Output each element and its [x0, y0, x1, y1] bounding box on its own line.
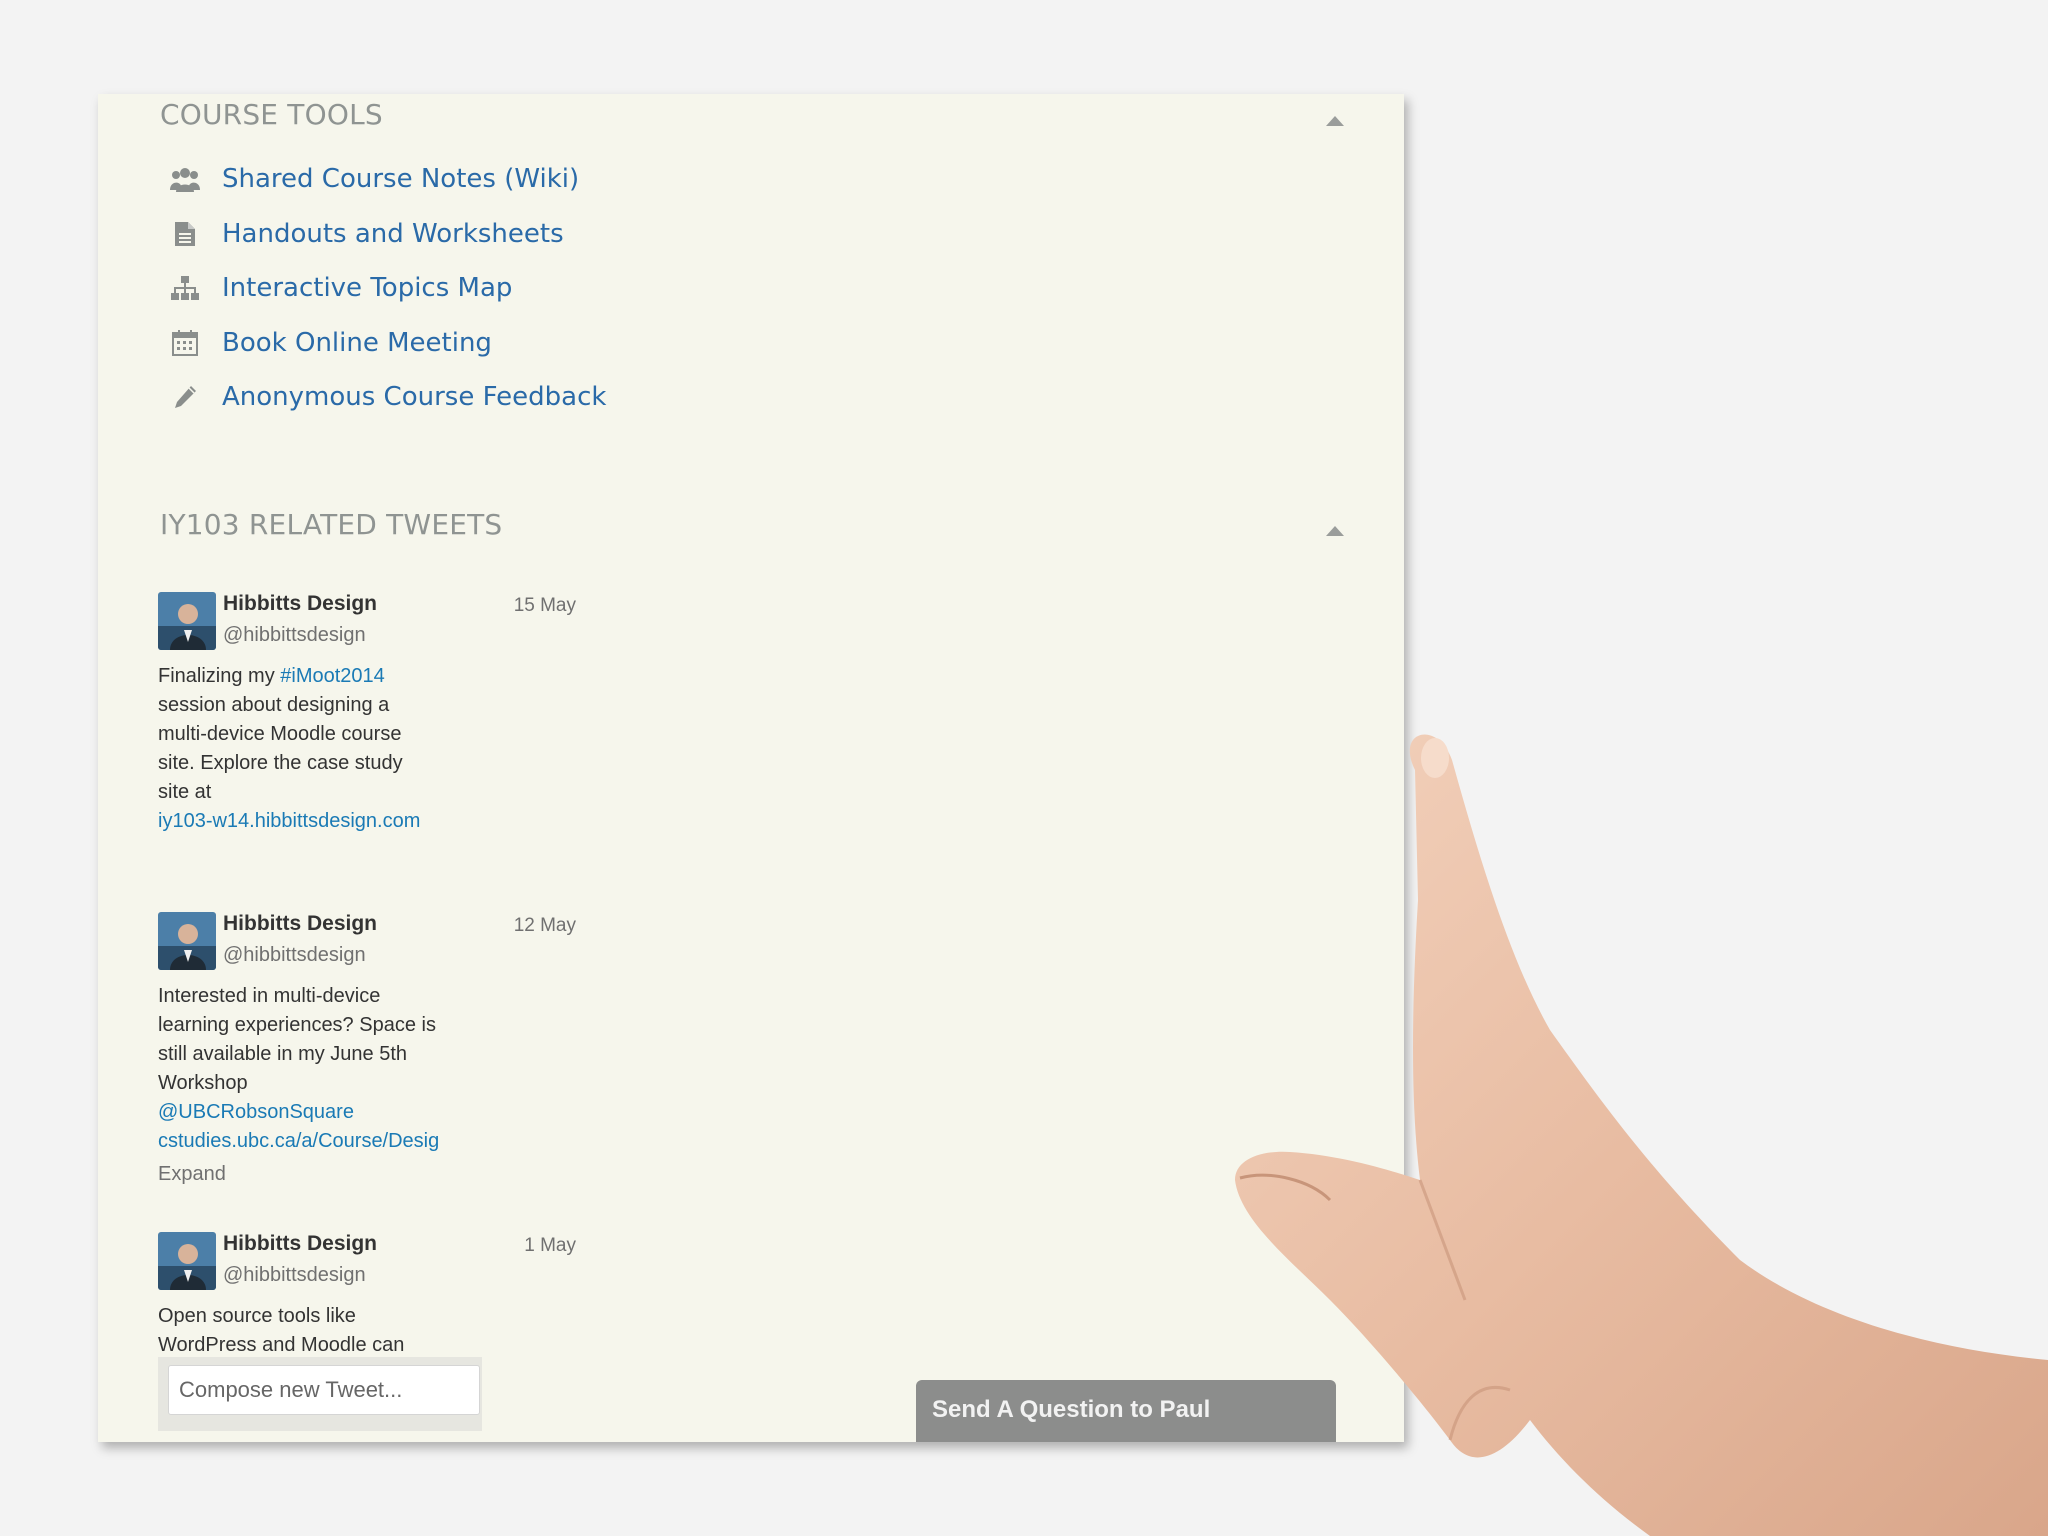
tweet-author-name[interactable]: Hibbitts Design — [223, 1232, 377, 1256]
tweet-text-line: learning experiences? Space is — [158, 1014, 436, 1036]
collapse-course-tools-icon[interactable] — [1326, 116, 1344, 126]
tool-course-feedback[interactable]: Anonymous Course Feedback — [170, 370, 606, 425]
tweet-date[interactable]: 12 May — [514, 915, 576, 937]
pointing-hand-image — [1235, 734, 2048, 1536]
tweet-text-line: Interested in multi-device — [158, 985, 381, 1007]
avatar[interactable] — [158, 912, 216, 970]
sitemap-icon — [170, 273, 200, 303]
tool-label: Book Online Meeting — [222, 327, 492, 358]
tweet-text-line: multi-device Moodle course — [158, 723, 402, 745]
url-link[interactable]: cstudies.ubc.ca/a/Course/Desig — [158, 1127, 488, 1156]
tweet-date[interactable]: 15 May — [514, 595, 576, 617]
tool-label: Anonymous Course Feedback — [222, 382, 607, 413]
compose-tweet-container — [158, 1357, 482, 1431]
collapse-tweets-icon[interactable] — [1326, 526, 1344, 536]
tweet-text-line: session about designing a — [158, 694, 390, 716]
tweet-text-line: Open source tools like — [158, 1305, 356, 1327]
tweet-author-handle[interactable]: @hibbittsdesign — [223, 1264, 366, 1287]
hashtag-link[interactable]: #iMoot2014 — [280, 665, 385, 687]
avatar[interactable] — [158, 1232, 216, 1290]
tweet-text-line: still available in my June 5th — [158, 1043, 408, 1065]
course-tools-list: Shared Course Notes (Wiki) Handouts and … — [170, 152, 606, 425]
pencil-icon — [170, 382, 200, 412]
tweet-author-name[interactable]: Hibbitts Design — [223, 912, 377, 936]
tool-topics-map[interactable]: Interactive Topics Map — [170, 261, 606, 316]
tweet-author-name[interactable]: Hibbitts Design — [223, 592, 377, 616]
tool-label: Handouts and Worksheets — [222, 218, 564, 249]
send-question-label: Send A Question to Paul — [932, 1396, 1211, 1423]
tweet-text-line: site at — [158, 781, 212, 803]
url-link[interactable]: iy103-w14.hibbittsdesign.com — [158, 807, 488, 836]
tweet-date[interactable]: 1 May — [524, 1235, 576, 1257]
related-tweets-title: IY103 RELATED TWEETS — [160, 508, 503, 541]
tweet-text: Open source tools like WordPress and Moo… — [158, 1302, 488, 1360]
compose-tweet-input[interactable] — [168, 1365, 480, 1415]
tool-book-meeting[interactable]: Book Online Meeting — [170, 316, 606, 371]
course-tools-title: COURSE TOOLS — [160, 98, 383, 131]
tool-label: Interactive Topics Map — [222, 273, 513, 304]
document-icon — [170, 219, 200, 249]
tweet-text-line: site. Explore the case study — [158, 752, 403, 774]
expand-link[interactable]: Expand — [158, 1160, 488, 1189]
tweet-text: Finalizing my #iMoot2014 session about d… — [158, 662, 488, 836]
avatar[interactable] — [158, 592, 216, 650]
tweet-author-handle[interactable]: @hibbittsdesign — [223, 944, 366, 967]
users-icon — [170, 164, 200, 194]
tweet-text-line: Finalizing my — [158, 665, 281, 687]
tool-label: Shared Course Notes (Wiki) — [222, 164, 580, 195]
tool-shared-course-notes[interactable]: Shared Course Notes (Wiki) — [170, 152, 606, 207]
tweet-text: Interested in multi-device learning expe… — [158, 982, 488, 1189]
tool-handouts[interactable]: Handouts and Worksheets — [170, 207, 606, 262]
tweet-text-line: Workshop — [158, 1072, 248, 1094]
tweet-text-line: WordPress and Moodle can — [158, 1334, 405, 1356]
tweet-author-handle[interactable]: @hibbittsdesign — [223, 624, 366, 647]
mention-link[interactable]: @UBCRobsonSquare — [158, 1098, 488, 1127]
calendar-icon — [170, 328, 200, 358]
